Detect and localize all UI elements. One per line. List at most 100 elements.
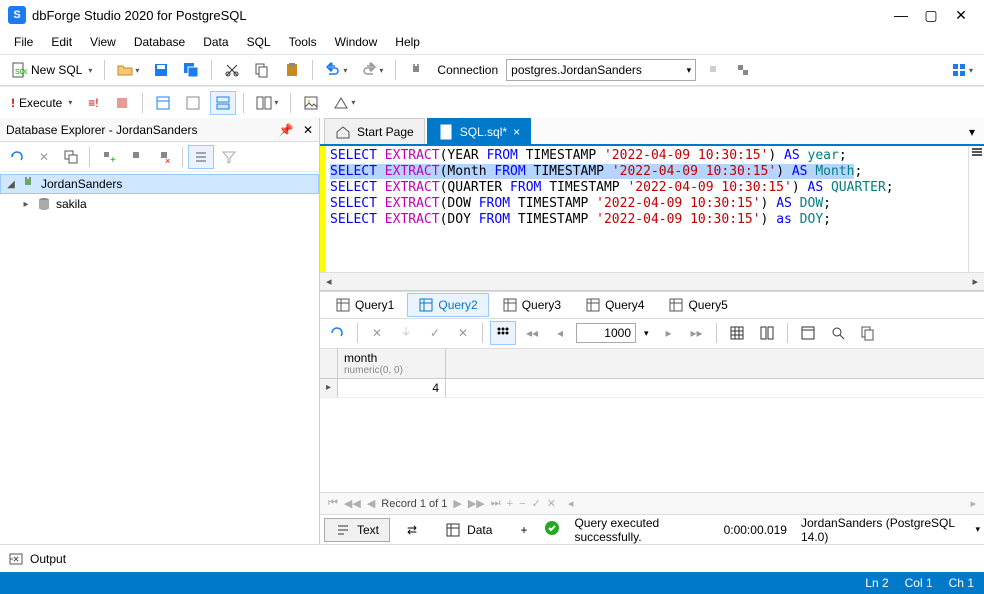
delete-button[interactable]: ✕ (32, 145, 56, 169)
grid-view-button[interactable] (724, 321, 750, 345)
disconnect-all-button[interactable] (730, 58, 756, 82)
disconnect-db-button[interactable]: × (151, 145, 177, 169)
chevron-down-icon[interactable]: ▾ (640, 328, 653, 339)
card-view-button[interactable] (754, 321, 780, 345)
new-connection-button[interactable]: + (95, 145, 121, 169)
nav-apply-button[interactable]: ✓ (532, 497, 541, 510)
close-button[interactable]: ✕ (946, 3, 976, 27)
refresh-grid-button[interactable] (324, 321, 350, 345)
cut-button[interactable] (219, 58, 245, 82)
grid-cell[interactable]: 4 (338, 379, 446, 397)
refresh-button[interactable] (4, 145, 30, 169)
query-tab-4[interactable]: Query4 (574, 293, 655, 317)
query-builder-button[interactable] (150, 91, 176, 115)
open-button[interactable]: ▾ (112, 58, 144, 82)
menu-help[interactable]: Help (387, 32, 428, 52)
tab-start-page[interactable]: Start Page (324, 118, 425, 144)
editor-horizontal-scroll[interactable]: ◂▸ (320, 272, 984, 290)
paged-mode-button[interactable] (490, 321, 516, 345)
layout-button[interactable]: ▾ (251, 91, 283, 115)
copy-button[interactable] (249, 58, 275, 82)
nav-next-page-button[interactable]: ▶▶ (468, 497, 485, 510)
menu-sql[interactable]: SQL (239, 32, 279, 52)
query-tab-5[interactable]: Query5 (657, 293, 738, 317)
execute-button[interactable]: ! Execute▾ (6, 91, 77, 115)
text-view-tab[interactable]: Text (324, 518, 390, 542)
new-sql-button[interactable]: SQL New SQL▾ (6, 58, 97, 82)
menu-edit[interactable]: Edit (43, 32, 80, 52)
auto-width-button[interactable] (795, 321, 821, 345)
add-view-tab[interactable]: + (509, 518, 538, 542)
sql-editor[interactable]: SELECT EXTRACT(YEAR FROM TIMESTAMP '2022… (320, 146, 984, 272)
menu-database[interactable]: Database (126, 32, 193, 52)
find-button[interactable] (825, 321, 851, 345)
tree-connection-node[interactable]: ◢ JordanSanders (0, 174, 319, 194)
nav-cancel-button[interactable]: ✕ (547, 497, 556, 510)
toggle-results-button[interactable] (210, 91, 236, 115)
status-dropdown-icon[interactable]: ▾ (975, 524, 980, 535)
redo-button[interactable]: ▾ (356, 58, 388, 82)
connect-button[interactable] (403, 58, 429, 82)
stop-button[interactable] (109, 91, 135, 115)
page-first-button[interactable]: ◂◂ (520, 321, 544, 345)
nav-prev-button[interactable]: ◀ (367, 497, 375, 510)
query-tab-3[interactable]: Query3 (491, 293, 572, 317)
cancel-edit-button[interactable]: ✕ (365, 321, 389, 345)
nav-prev-page-button[interactable]: ◀◀ (344, 497, 361, 510)
editor-scrollbar[interactable] (968, 146, 984, 272)
export-button[interactable] (298, 91, 324, 115)
menu-view[interactable]: View (82, 32, 124, 52)
page-last-button[interactable]: ▸▸ (685, 321, 709, 345)
menu-window[interactable]: Window (327, 32, 386, 52)
menu-data[interactable]: Data (195, 32, 236, 52)
menu-tools[interactable]: Tools (281, 32, 325, 52)
panel-close-icon[interactable]: ✕ (303, 123, 313, 137)
query-tab-2[interactable]: Query2 (407, 293, 488, 317)
save-all-button[interactable] (178, 58, 204, 82)
apply-button[interactable]: ✓ (423, 321, 447, 345)
expand-icon[interactable]: ▸ (20, 199, 32, 210)
query-tab-1[interactable]: Query1 (324, 293, 405, 317)
swap-view-tab[interactable]: ⇄ (396, 518, 428, 542)
page-prev-button[interactable]: ◂ (548, 321, 572, 345)
paste-button[interactable] (279, 58, 305, 82)
grid-row[interactable]: ▸ 4 (320, 379, 984, 398)
start-page-button[interactable]: ▾ (946, 58, 978, 82)
tab-close-icon[interactable]: × (513, 125, 520, 139)
new-window-button[interactable] (58, 145, 84, 169)
tree-database-node[interactable]: ▸ sakila (0, 194, 319, 214)
nav-last-button[interactable]: ⏭ (491, 497, 501, 510)
nav-scroll-right[interactable]: ▸ (970, 497, 976, 510)
expand-icon[interactable]: ◢ (5, 179, 17, 190)
tabs-overflow-button[interactable]: ▾ (960, 120, 984, 144)
grid-column-header[interactable]: month numeric(0, 0) (338, 349, 446, 378)
data-view-tab[interactable]: Data (434, 518, 503, 542)
maximize-button[interactable]: ▢ (916, 3, 946, 27)
page-next-button[interactable]: ▸ (657, 321, 681, 345)
menu-file[interactable]: File (6, 32, 41, 52)
editor-code[interactable]: SELECT EXTRACT(YEAR FROM TIMESTAMP '2022… (326, 146, 898, 272)
pin-icon[interactable]: 📌 (279, 123, 294, 137)
cancel-button[interactable]: ✕ (451, 321, 475, 345)
execute-current-button[interactable]: ≡! (81, 91, 105, 115)
tab-sql-file[interactable]: SQL.sql* × (427, 118, 531, 144)
connect-db-button[interactable] (123, 145, 149, 169)
result-grid[interactable]: month numeric(0, 0) ▸ 4 (320, 349, 984, 493)
connection-dropdown[interactable]: postgres.JordanSanders ▾ (506, 59, 696, 81)
show-all-button[interactable] (188, 145, 214, 169)
minimize-button[interactable]: — (886, 3, 916, 27)
export-grid-button[interactable] (393, 321, 419, 345)
copy-data-button[interactable] (855, 321, 881, 345)
nav-next-button[interactable]: ▶ (453, 497, 461, 510)
options-button[interactable]: ▾ (328, 91, 360, 115)
nav-first-button[interactable]: ⏮ (328, 497, 338, 510)
query-profiler-button[interactable] (180, 91, 206, 115)
page-size-input[interactable]: 1000 (576, 323, 636, 343)
nav-scroll-left[interactable]: ◂ (568, 497, 574, 510)
nav-add-button[interactable]: + (507, 498, 513, 510)
explorer-tree[interactable]: ◢ JordanSanders ▸ sakila (0, 172, 319, 544)
output-panel-header[interactable]: Output (0, 544, 984, 572)
filter-button[interactable] (216, 145, 242, 169)
undo-button[interactable]: ▾ (320, 58, 352, 82)
disconnect-button[interactable] (700, 58, 726, 82)
